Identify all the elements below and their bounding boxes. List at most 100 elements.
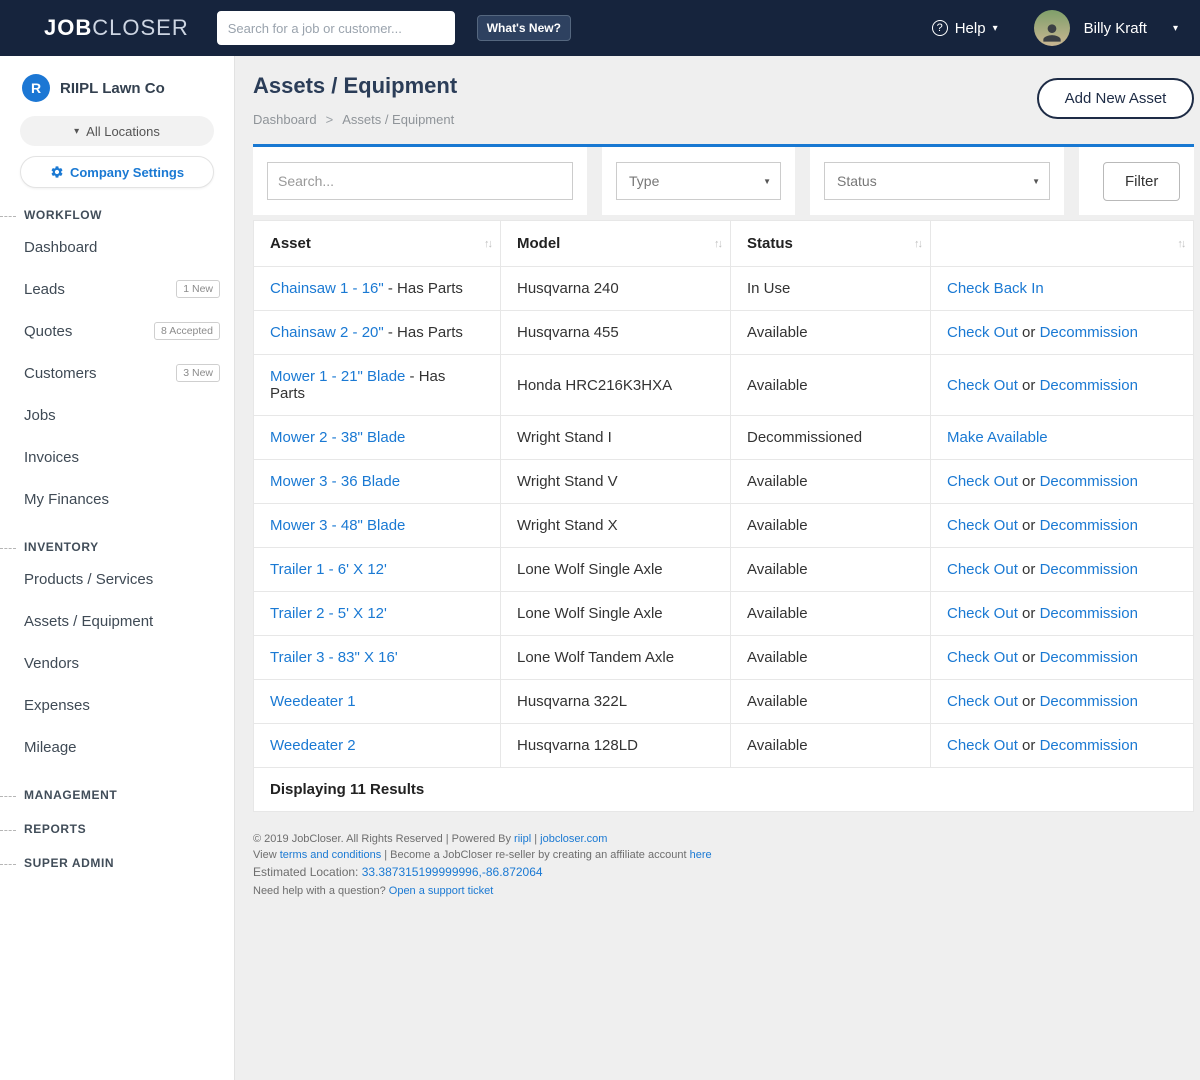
- action-link-check-out[interactable]: Check Out: [947, 649, 1018, 666]
- sidebar-nav: WORKFLOWDashboardLeads1 NewQuotes8 Accep…: [0, 208, 234, 870]
- global-search-input[interactable]: [217, 11, 455, 45]
- column-header[interactable]: [931, 221, 1194, 267]
- action-link-decommission[interactable]: Decommission: [1040, 473, 1138, 490]
- filter-button[interactable]: Filter: [1103, 162, 1180, 201]
- actions-cell: Check Out or Decommission: [931, 592, 1194, 636]
- sidebar-item-label: Customers: [24, 365, 97, 382]
- chevron-down-icon: [763, 177, 771, 186]
- sidebar-item-label: Mileage: [24, 739, 77, 756]
- table-row: Mower 1 - 21" Blade - Has PartsHonda HRC…: [254, 355, 1194, 416]
- sidebar-item-leads[interactable]: Leads1 New: [0, 268, 234, 310]
- locations-dropdown[interactable]: All Locations: [20, 116, 214, 146]
- asset-link[interactable]: Trailer 3 - 83" X 16': [270, 649, 398, 666]
- action-link-check-out[interactable]: Check Out: [947, 737, 1018, 754]
- status-cell: Available: [731, 724, 931, 768]
- model-cell: Wright Stand X: [501, 504, 731, 548]
- sidebar-item-mileage[interactable]: Mileage: [0, 726, 234, 768]
- sidebar-item-expenses[interactable]: Expenses: [0, 684, 234, 726]
- sort-icon[interactable]: [714, 238, 721, 250]
- status-cell: In Use: [731, 267, 931, 311]
- actions-separator: or: [1018, 649, 1040, 666]
- action-link-decommission[interactable]: Decommission: [1040, 517, 1138, 534]
- footer-link[interactable]: riipl: [514, 833, 531, 845]
- help-menu[interactable]: Help: [932, 20, 998, 37]
- action-link-decommission[interactable]: Decommission: [1040, 324, 1138, 341]
- asset-link[interactable]: Mower 1 - 21" Blade: [270, 368, 405, 385]
- type-select[interactable]: Type: [616, 162, 781, 200]
- actions-cell: Make Available: [931, 416, 1194, 460]
- footer-link[interactable]: terms and conditions: [280, 849, 382, 861]
- asset-link[interactable]: Weedeater 1: [270, 693, 356, 710]
- sidebar-item-jobs[interactable]: Jobs: [0, 394, 234, 436]
- footer-link[interactable]: here: [690, 849, 712, 861]
- user-name[interactable]: Billy Kraft: [1084, 20, 1147, 37]
- sidebar-item-invoices[interactable]: Invoices: [0, 436, 234, 478]
- action-link-check-out[interactable]: Check Out: [947, 473, 1018, 490]
- action-link-make-available[interactable]: Make Available: [947, 429, 1048, 446]
- nav-section-super-admin: SUPER ADMIN: [0, 856, 234, 870]
- column-header[interactable]: Asset: [254, 221, 501, 267]
- column-header[interactable]: Model: [501, 221, 731, 267]
- asset-link[interactable]: Trailer 2 - 5' X 12': [270, 605, 387, 622]
- whats-new-button[interactable]: What's New?: [477, 15, 571, 41]
- sidebar-item-products-services[interactable]: Products / Services: [0, 558, 234, 600]
- action-link-check-out[interactable]: Check Out: [947, 324, 1018, 341]
- filter-search-box: [253, 147, 587, 215]
- action-link-decommission[interactable]: Decommission: [1040, 693, 1138, 710]
- asset-link[interactable]: Chainsaw 2 - 20": [270, 324, 384, 341]
- action-link-check-out[interactable]: Check Out: [947, 605, 1018, 622]
- sidebar-item-my-finances[interactable]: My Finances: [0, 478, 234, 520]
- asset-link[interactable]: Chainsaw 1 - 16": [270, 280, 384, 297]
- action-link-check-out[interactable]: Check Out: [947, 517, 1018, 534]
- action-link-decommission[interactable]: Decommission: [1040, 377, 1138, 394]
- sidebar-item-vendors[interactable]: Vendors: [0, 642, 234, 684]
- footer-link[interactable]: 33.387315199999996,-86.872064: [362, 865, 543, 879]
- sidebar-item-quotes[interactable]: Quotes8 Accepted: [0, 310, 234, 352]
- breadcrumb-item[interactable]: Dashboard: [253, 112, 317, 127]
- model-cell: Honda HRC216K3HXA: [501, 355, 731, 416]
- sidebar-item-label: Invoices: [24, 449, 79, 466]
- status-cell: Decommissioned: [731, 416, 931, 460]
- asset-cell: Weedeater 1: [254, 680, 501, 724]
- sidebar-item-dashboard[interactable]: Dashboard: [0, 226, 234, 268]
- action-link-check-out[interactable]: Check Out: [947, 561, 1018, 578]
- model-cell: Husqvarna 128LD: [501, 724, 731, 768]
- action-link-check-out[interactable]: Check Out: [947, 377, 1018, 394]
- asset-link[interactable]: Mower 3 - 36 Blade: [270, 473, 400, 490]
- action-link-check-out[interactable]: Check Out: [947, 693, 1018, 710]
- action-link-decommission[interactable]: Decommission: [1040, 737, 1138, 754]
- avatar[interactable]: [1034, 10, 1070, 46]
- action-link-decommission[interactable]: Decommission: [1040, 649, 1138, 666]
- asset-link[interactable]: Mower 2 - 38" Blade: [270, 429, 405, 446]
- asset-link[interactable]: Trailer 1 - 6' X 12': [270, 561, 387, 578]
- actions-cell: Check Out or Decommission: [931, 548, 1194, 592]
- sidebar-item-assets-equipment[interactable]: Assets / Equipment: [0, 600, 234, 642]
- model-cell: Husqvarna 455: [501, 311, 731, 355]
- filter-search-input[interactable]: [267, 162, 573, 200]
- action-link-check-back-in[interactable]: Check Back In: [947, 280, 1044, 297]
- footer-link[interactable]: jobcloser.com: [540, 833, 607, 845]
- footer-link[interactable]: Open a support ticket: [389, 885, 494, 897]
- footer-text: |: [531, 833, 540, 845]
- asset-link[interactable]: Weedeater 2: [270, 737, 356, 754]
- column-header[interactable]: Status: [731, 221, 931, 267]
- chevron-down-icon: [74, 126, 79, 137]
- status-cell: Available: [731, 636, 931, 680]
- status-select[interactable]: Status: [824, 162, 1050, 200]
- action-link-decommission[interactable]: Decommission: [1040, 561, 1138, 578]
- asset-cell: Trailer 2 - 5' X 12': [254, 592, 501, 636]
- add-new-asset-button[interactable]: Add New Asset: [1037, 78, 1195, 119]
- asset-cell: Trailer 1 - 6' X 12': [254, 548, 501, 592]
- company-settings-button[interactable]: Company Settings: [20, 156, 214, 188]
- actions-cell: Check Out or Decommission: [931, 636, 1194, 680]
- asset-link[interactable]: Mower 3 - 48" Blade: [270, 517, 405, 534]
- sort-icon[interactable]: [914, 238, 921, 250]
- table-row: Trailer 2 - 5' X 12'Lone Wolf Single Axl…: [254, 592, 1194, 636]
- sidebar-item-customers[interactable]: Customers3 New: [0, 352, 234, 394]
- chevron-down-icon[interactable]: [1173, 23, 1178, 34]
- table-row: Trailer 1 - 6' X 12'Lone Wolf Single Axl…: [254, 548, 1194, 592]
- sort-icon[interactable]: [484, 238, 491, 250]
- sidebar-item-label: Vendors: [24, 655, 79, 672]
- action-link-decommission[interactable]: Decommission: [1040, 605, 1138, 622]
- sort-icon[interactable]: [1177, 238, 1184, 250]
